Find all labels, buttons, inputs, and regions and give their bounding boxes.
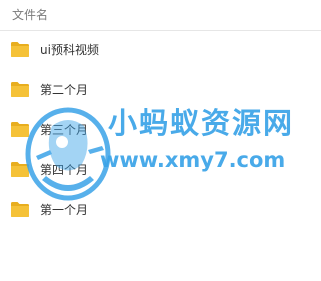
file-browser: 文件名 ui预科视频 第二个月 第三个月 第四个月 第一个月 小蚂蚁资源网 ww… [0, 0, 321, 281]
folder-icon [11, 202, 29, 217]
folder-name: 第三个月 [40, 123, 89, 137]
folder-row[interactable]: ui预科视频 [0, 31, 321, 71]
folder-name: 第二个月 [40, 83, 89, 97]
folder-icon [11, 122, 29, 137]
folder-icon [11, 42, 29, 57]
folder-name: 第一个月 [40, 203, 89, 217]
folder-row[interactable]: 第三个月 [0, 111, 321, 151]
column-header-name[interactable]: 文件名 [12, 7, 48, 23]
folder-row[interactable]: 第二个月 [0, 71, 321, 111]
file-list: ui预科视频 第二个月 第三个月 第四个月 第一个月 [0, 31, 321, 231]
folder-row[interactable]: 第四个月 [0, 151, 321, 191]
folder-name: 第四个月 [40, 163, 89, 177]
column-header[interactable]: 文件名 [0, 0, 321, 31]
folder-icon [11, 82, 29, 97]
folder-row[interactable]: 第一个月 [0, 191, 321, 231]
folder-name: ui预科视频 [40, 43, 99, 57]
folder-icon [11, 162, 29, 177]
